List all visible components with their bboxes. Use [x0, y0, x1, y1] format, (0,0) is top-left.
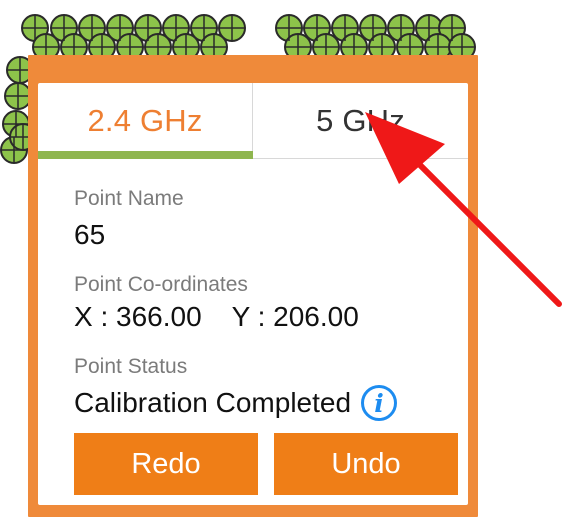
- tab-5-ghz-label: 5 GHz: [316, 102, 405, 138]
- measurement-point-icon[interactable]: [415, 14, 443, 42]
- point-status-label: Point Status: [74, 355, 188, 378]
- measurement-point-icon[interactable]: [21, 14, 49, 42]
- measurement-point-icon[interactable]: [359, 14, 387, 42]
- tab-5-ghz[interactable]: 5 GHz: [253, 83, 468, 158]
- popup-panel: 2.4 GHz 5 GHz Point Name 65 Point Co-ord…: [38, 83, 468, 505]
- measurement-point-icon[interactable]: [190, 14, 218, 42]
- point-details-popup: 2.4 GHz 5 GHz Point Name 65 Point Co-ord…: [28, 55, 478, 517]
- point-actions: Redo Undo: [38, 433, 468, 495]
- point-name-value: 65: [74, 219, 106, 250]
- point-coordinates: X : 366.00 Y : 206.00: [74, 301, 454, 333]
- measurement-point-icon[interactable]: [162, 14, 190, 42]
- measurement-point-icon[interactable]: [218, 14, 246, 42]
- point-status: Calibration Completed i: [74, 385, 454, 421]
- measurement-point-icon[interactable]: [438, 14, 466, 42]
- y-coordinate: Y : 206.00: [231, 301, 359, 332]
- measurement-point-icon[interactable]: [50, 14, 78, 42]
- measurement-point-icon[interactable]: [106, 14, 134, 42]
- measurement-point-icon[interactable]: [78, 14, 106, 42]
- frequency-tabs: 2.4 GHz 5 GHz: [38, 83, 468, 159]
- measurement-point-icon[interactable]: [0, 136, 28, 164]
- point-status-value: Calibration Completed: [74, 387, 352, 418]
- x-coordinate: X : 366.00: [74, 301, 202, 332]
- tab-2-4-ghz-label: 2.4 GHz: [87, 102, 203, 138]
- measurement-point-icon[interactable]: [331, 14, 359, 42]
- measurement-point-icon[interactable]: [2, 110, 30, 138]
- info-icon[interactable]: i: [361, 385, 398, 421]
- undo-button[interactable]: Undo: [274, 433, 458, 495]
- redo-button[interactable]: Redo: [74, 433, 258, 495]
- measurement-points-top: [21, 14, 476, 61]
- measurement-point-icon[interactable]: [275, 14, 303, 42]
- heatmap-calibration-view: 2.4 GHz 5 GHz Point Name 65 Point Co-ord…: [0, 0, 566, 521]
- point-coordinates-label: Point Co-ordinates: [74, 273, 248, 296]
- active-tab-indicator: [38, 151, 253, 159]
- measurement-point-icon[interactable]: [387, 14, 415, 42]
- measurement-point-icon[interactable]: [303, 14, 331, 42]
- point-name-label: Point Name: [74, 187, 184, 210]
- tab-2-4-ghz[interactable]: 2.4 GHz: [38, 83, 253, 159]
- point-information: Point Name 65 Point Co-ordinates X : 366…: [74, 187, 454, 421]
- measurement-point-icon[interactable]: [134, 14, 162, 42]
